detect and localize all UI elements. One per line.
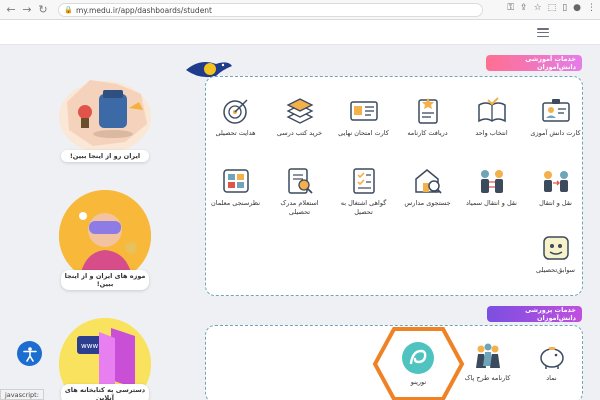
back-icon[interactable]: ←	[3, 2, 19, 18]
section-title-education: خدمات آموزشی دانش‌آموزان	[486, 55, 582, 71]
tile-student-card[interactable]: کارت دانش آموزی	[528, 95, 583, 138]
tile-label: کارنامه طرح پاک	[464, 374, 511, 382]
tile-label: استعلام مدرک تحصیلی	[280, 199, 319, 217]
tile-teacher-survey[interactable]: نظرسنجی معلمان	[208, 165, 263, 208]
records-icon	[539, 232, 573, 264]
tile-final-exam-card[interactable]: کارت امتحان نهایی	[336, 95, 391, 138]
address-text: my.medu.ir/app/dashboards/student	[76, 5, 212, 15]
accessibility-button[interactable]	[17, 341, 42, 366]
tile-school-search[interactable]: جستجوی مدارس	[400, 165, 455, 208]
books-stack-icon	[283, 95, 317, 127]
iran-map-illustration	[55, 72, 155, 154]
tile-label: نورینو	[410, 378, 427, 386]
tile-label: کارت دانش آموزی	[530, 129, 581, 137]
banner-caption: ایران رو از اینجا ببین!	[61, 150, 149, 162]
kids-group-icon	[471, 340, 505, 372]
tile-label: هدایت تحصیلی	[215, 129, 256, 137]
status-url: javascript:	[0, 389, 44, 400]
piggy-bank-icon	[535, 340, 569, 372]
tile-label: دریافت کارنامه	[407, 129, 448, 137]
tile-academic-records[interactable]: سوابق‌تحصیلی	[528, 232, 583, 275]
transfer-icon	[539, 165, 573, 197]
tile-label: جستجوی مدارس	[404, 199, 451, 207]
exam-card-icon	[347, 95, 381, 127]
noorino-logo-icon	[402, 342, 434, 374]
tile-label: کارت امتحان نهایی	[338, 129, 389, 137]
tile-label: نقل و انتقال	[539, 199, 572, 207]
tile-career-guidance[interactable]: هدایت تحصیلی	[208, 95, 263, 138]
accessibility-icon	[22, 346, 37, 362]
vr-kid-illustration	[59, 190, 151, 282]
bookmark-star-icon[interactable]: ☆	[534, 3, 542, 13]
menu-icon[interactable]	[537, 28, 549, 37]
report-card-icon	[411, 95, 445, 127]
banner-libraries[interactable]: www دسترسی به کتابخانه های آنلاین	[55, 318, 155, 400]
profile-icon[interactable]: ●	[573, 3, 581, 13]
tile-namad[interactable]: نماد	[524, 340, 579, 383]
document-inquiry-icon	[283, 165, 317, 197]
survey-icon	[219, 165, 253, 197]
tile-label: نماد	[546, 374, 557, 382]
tile-label: گواهی اشتغال به تحصیل	[340, 199, 387, 217]
lock-icon: 🔒	[64, 6, 73, 14]
key-icon[interactable]: ⚿	[507, 3, 514, 13]
section-title-training: خدمات پرورشی دانش‌آموزان	[487, 306, 582, 322]
certificate-icon	[347, 165, 381, 197]
tile-label: نقل و انتقال سمیاد	[466, 199, 517, 207]
target-icon	[219, 95, 253, 127]
tile-report-card[interactable]: دریافت کارنامه	[400, 95, 455, 138]
banner-iran[interactable]: ایران رو از اینجا ببین!	[55, 72, 155, 172]
tile-textbooks[interactable]: خرید کتب درسی	[272, 95, 327, 138]
school-search-icon	[411, 165, 445, 197]
forward-icon[interactable]: →	[19, 2, 35, 18]
browser-toolbar: ← → ↻ 🔒 my.medu.ir/app/dashboards/studen…	[0, 0, 600, 20]
tile-transfer-samyad[interactable]: نقل و انتقال سمیاد	[464, 165, 519, 208]
svg-text:www: www	[81, 342, 98, 350]
tile-label: خرید کتب درسی	[276, 129, 323, 137]
tile-label: انتخاب واحد	[475, 129, 508, 137]
open-book-icon	[475, 95, 509, 127]
tile-degree-inquiry[interactable]: استعلام مدرک تحصیلی	[272, 165, 327, 218]
tile-enrollment-certificate[interactable]: گواهی اشتغال به تحصیل	[336, 165, 391, 218]
banner-caption: موزه های ایران و از اینجا ببین!	[61, 270, 149, 290]
education-services-panel: کارت دانش آموزی انتخاب واحد دریافت کارنا…	[205, 76, 583, 296]
tile-noorino[interactable]: نورینو	[372, 326, 465, 400]
banner-museums[interactable]: موزه های ایران و از اینجا ببین!	[55, 190, 155, 300]
transfer-people-icon	[475, 165, 509, 197]
tile-course-selection[interactable]: انتخاب واحد	[464, 95, 519, 138]
sidebar-icon[interactable]: ▯	[562, 3, 567, 13]
student-card-icon	[539, 95, 573, 127]
tile-pak-report[interactable]: کارنامه طرح پاک	[460, 340, 515, 383]
tile-label: نظرسنجی معلمان	[210, 199, 261, 207]
address-bar[interactable]: 🔒 my.medu.ir/app/dashboards/student	[58, 3, 483, 17]
share-icon[interactable]: ⇪	[520, 3, 528, 13]
extensions-icon[interactable]: ⬚	[548, 3, 557, 13]
banner-caption: دسترسی به کتابخانه های آنلاین	[61, 384, 149, 400]
tile-label: سوابق‌تحصیلی	[535, 266, 575, 274]
reload-icon[interactable]: ↻	[35, 2, 51, 18]
more-icon[interactable]: ⋮	[587, 3, 596, 13]
tile-transfer[interactable]: نقل و انتقال	[528, 165, 583, 208]
app-header	[0, 20, 600, 45]
